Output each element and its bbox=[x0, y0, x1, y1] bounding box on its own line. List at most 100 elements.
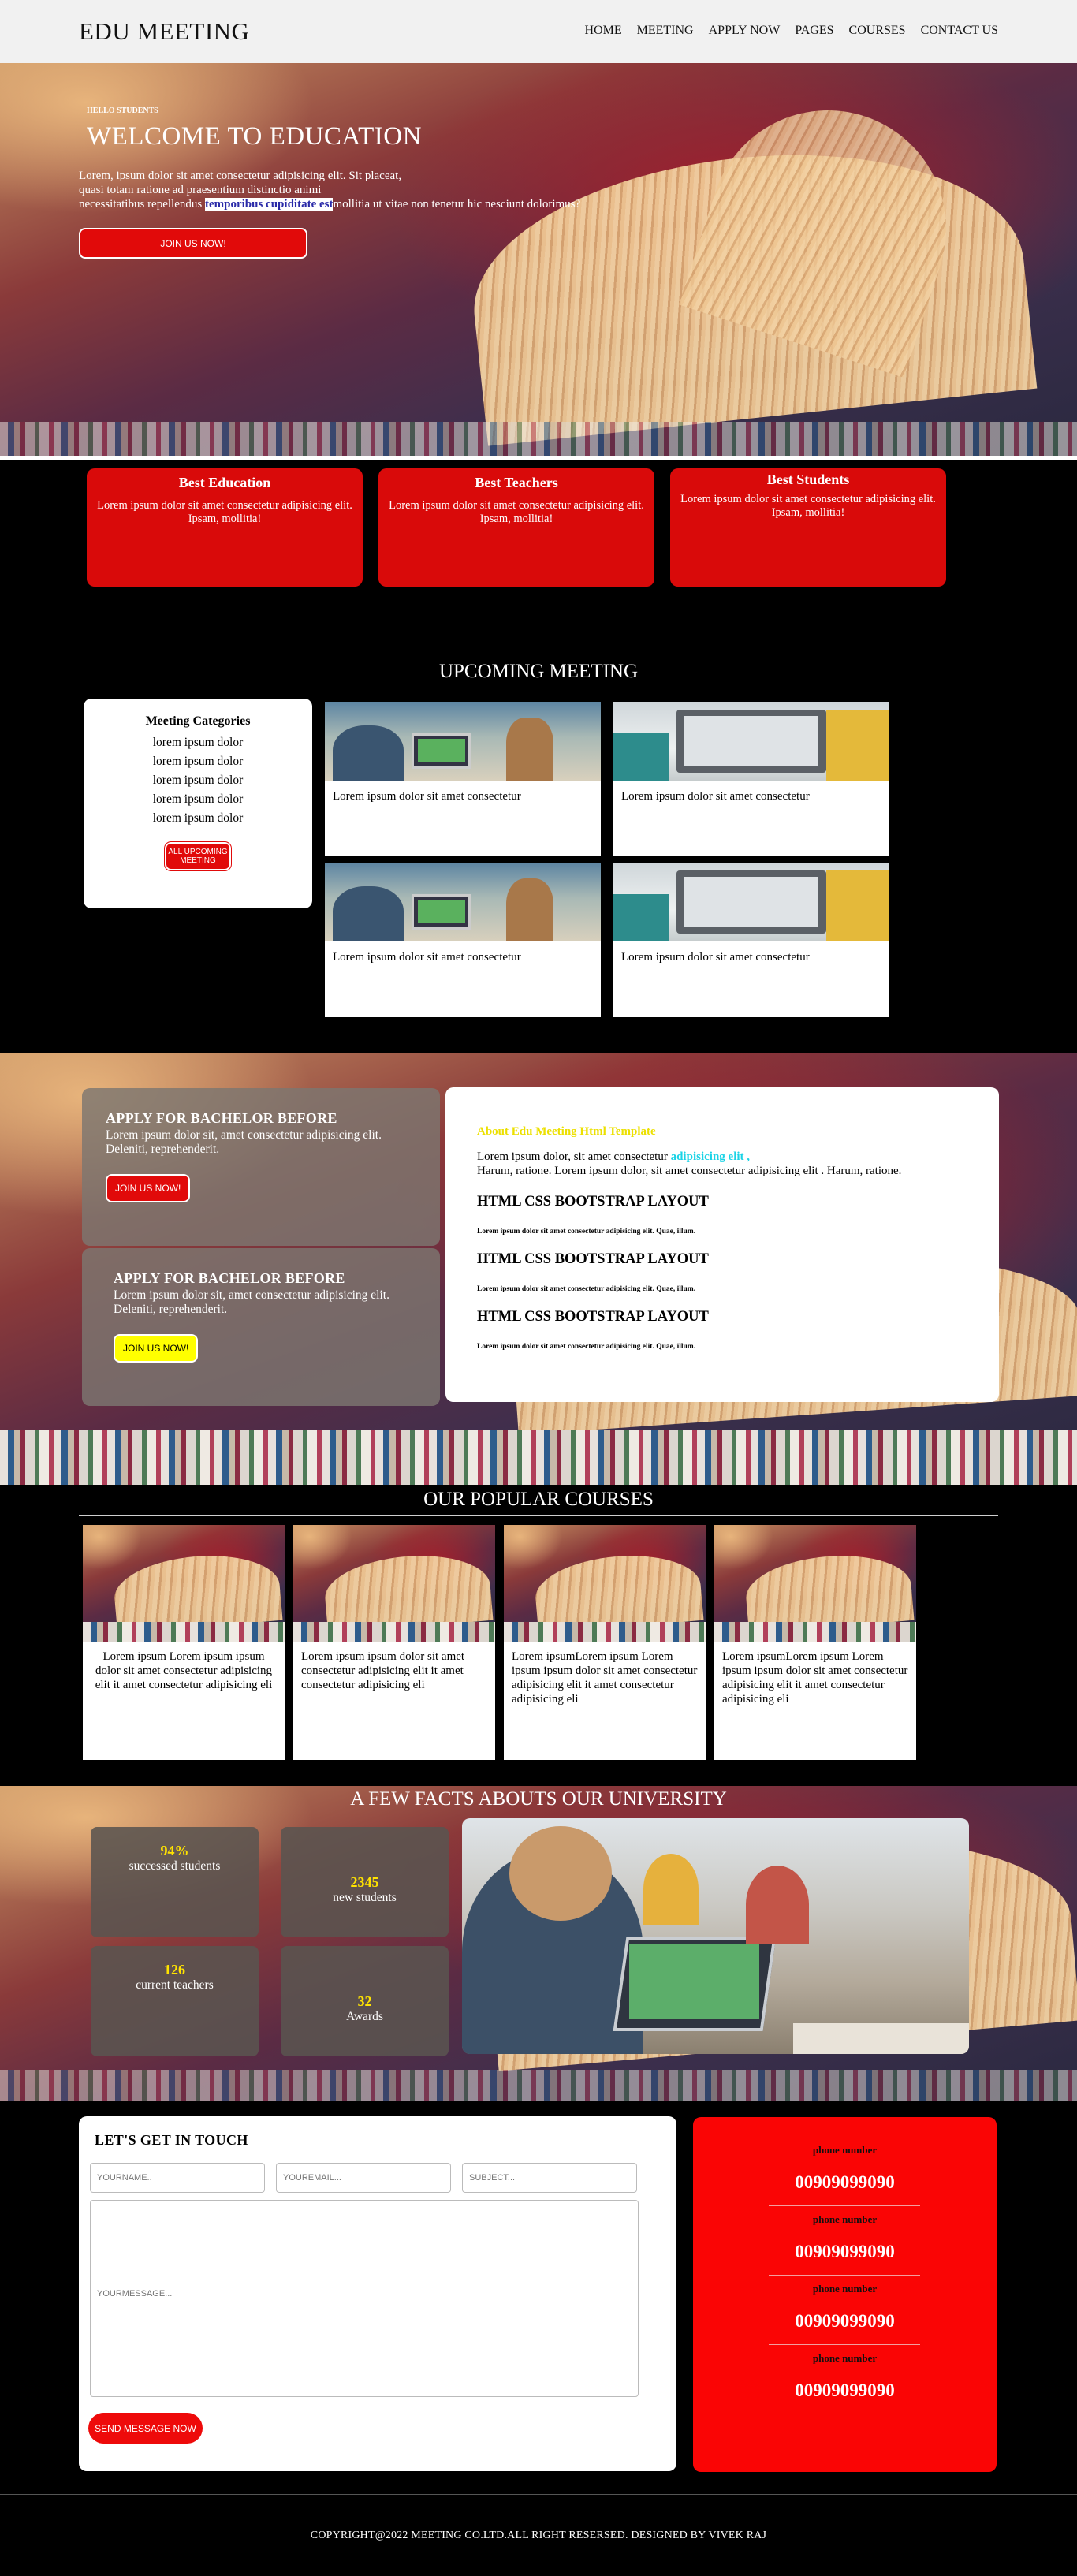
fact-number: 32 bbox=[357, 1993, 372, 2009]
main-nav: HOME MEETING APPLY NOW PAGES COURSES CON… bbox=[585, 24, 998, 38]
join-us-button[interactable]: JOIN US NOW! bbox=[79, 228, 307, 259]
meeting-card[interactable]: Lorem ipsum dolor sit amet consectetur bbox=[325, 702, 601, 856]
fact-number: 94% bbox=[160, 1843, 189, 1858]
fact-number: 126 bbox=[164, 1962, 185, 1978]
hero-text-line: quasi totam ratione ad praesentium disti… bbox=[79, 184, 322, 196]
apply-card-title: APPLY FOR BACHELOR BEFORE bbox=[106, 1110, 337, 1126]
name-input[interactable] bbox=[90, 2163, 265, 2193]
nav-pages[interactable]: PAGES bbox=[795, 24, 833, 38]
category-link[interactable]: lorem ipsum dolor bbox=[84, 809, 312, 828]
about-body-text: Harum, ratione. Lorem ipsum dolor, sit a… bbox=[477, 1165, 902, 1177]
feature-text: Lorem ipsum dolor sit amet consectetur a… bbox=[97, 499, 352, 525]
feature-text: Lorem ipsum dolor sit amet consectetur a… bbox=[680, 493, 936, 519]
hero-text: Lorem, ipsum dolor sit amet consectetur … bbox=[79, 169, 615, 211]
hero-text-highlight: temporibus cupiditate est bbox=[204, 198, 334, 211]
apply-card-secondary: APPLY FOR BACHELOR BEFORE Lorem ipsum do… bbox=[82, 1248, 440, 1406]
phone-label: phone number bbox=[812, 2144, 878, 2156]
about-label: About Edu Meeting Html Template bbox=[477, 1125, 656, 1138]
about-template-card: About Edu Meeting Html Template Lorem ip… bbox=[445, 1087, 999, 1402]
hero-text-line: mollitia ut vitae non tenetur hic nesciu… bbox=[333, 198, 581, 211]
phone-number[interactable]: 00909099090 bbox=[693, 2172, 997, 2193]
meeting-card-text: Lorem ipsum dolor sit amet consectetur bbox=[333, 951, 521, 964]
about-item-heading: HTML CSS BOOTSTRAP LAYOUT bbox=[477, 1251, 709, 1267]
category-link[interactable]: lorem ipsum dolor bbox=[84, 771, 312, 790]
fact-label: current teachers bbox=[136, 1978, 214, 1992]
fact-label: new students bbox=[333, 1891, 397, 1904]
classroom-photo bbox=[462, 1818, 969, 2054]
meeting-card-image bbox=[613, 863, 889, 941]
phone-label: phone number bbox=[812, 2283, 878, 2295]
meeting-card-text: Lorem ipsum dolor sit amet consectetur bbox=[621, 951, 810, 964]
phone-numbers-box: phone number 00909099090 phone number 00… bbox=[693, 2117, 997, 2472]
feature-text: Lorem ipsum dolor sit amet consectetur a… bbox=[389, 499, 644, 525]
about-item-text: Lorem ipsum dolor sit amet consectetur a… bbox=[477, 1228, 696, 1236]
page: EDU MEETING HOME MEETING APPLY NOW PAGES… bbox=[0, 0, 1077, 2576]
meeting-categories-title: Meeting Categories bbox=[145, 714, 251, 728]
nav-courses[interactable]: COURSES bbox=[849, 24, 906, 38]
meeting-card[interactable]: Lorem ipsum dolor sit amet consectetur bbox=[613, 702, 889, 856]
subject-input[interactable] bbox=[462, 2163, 637, 2193]
meeting-card-text: Lorem ipsum dolor sit amet consectetur bbox=[621, 790, 810, 803]
phone-number[interactable]: 00909099090 bbox=[693, 2242, 997, 2262]
join-us-button[interactable]: JOIN US NOW! bbox=[114, 1334, 199, 1363]
send-message-button[interactable]: SEND MESSAGE NOW bbox=[88, 2413, 203, 2444]
course-card[interactable]: Lorem ipsum ipsum dolor sit amet consect… bbox=[293, 1525, 495, 1760]
email-input[interactable] bbox=[276, 2163, 451, 2193]
join-us-button[interactable]: JOIN US NOW! bbox=[106, 1174, 191, 1202]
about-item-heading: HTML CSS BOOTSTRAP LAYOUT bbox=[477, 1194, 709, 1210]
nav-contact-us[interactable]: CONTACT US bbox=[921, 24, 998, 38]
hero-text-line: Lorem, ipsum dolor sit amet consectetur … bbox=[79, 170, 402, 182]
fact-card: 32 Awards bbox=[281, 1946, 449, 2056]
fact-number: 2345 bbox=[350, 1874, 379, 1890]
category-link[interactable]: lorem ipsum dolor bbox=[84, 790, 312, 809]
nav-apply-now[interactable]: APPLY NOW bbox=[709, 24, 781, 38]
meeting-card[interactable]: Lorem ipsum dolor sit amet consectetur bbox=[325, 863, 601, 1017]
category-link[interactable]: lorem ipsum dolor bbox=[84, 733, 312, 752]
course-card-image bbox=[504, 1525, 706, 1642]
nav-home[interactable]: HOME bbox=[585, 24, 622, 38]
meeting-card-text: Lorem ipsum dolor sit amet consectetur bbox=[333, 790, 521, 803]
fact-label: Awards bbox=[346, 2010, 383, 2023]
about-item-text: Lorem ipsum dolor sit amet consectetur a… bbox=[477, 1285, 696, 1293]
phone-divider bbox=[769, 2344, 920, 2345]
phone-number[interactable]: 00909099090 bbox=[693, 2380, 997, 2401]
phone-label: phone number bbox=[812, 2352, 878, 2364]
course-card[interactable]: Lorem ipsumLorem ipsum Lorem ipsum ipsum… bbox=[714, 1525, 916, 1760]
course-card-image bbox=[293, 1525, 495, 1642]
about-body-text: Lorem ipsum dolor, sit amet consectetur bbox=[477, 1150, 668, 1163]
phone-number[interactable]: 00909099090 bbox=[693, 2311, 997, 2332]
phone-label: phone number bbox=[812, 2213, 878, 2225]
about-body: Lorem ipsum dolor, sit amet consectetur … bbox=[477, 1150, 967, 1178]
course-card[interactable]: Lorem ipsum Lorem ipsum ipsum dolor sit … bbox=[83, 1525, 285, 1760]
feature-title: Best Education bbox=[178, 475, 271, 490]
meeting-card-image bbox=[325, 863, 601, 941]
contact-form-card: LET'S GET IN TOUCH SEND MESSAGE NOW bbox=[79, 2116, 676, 2471]
hero-title: WELCOME TO EDUCATION bbox=[87, 122, 422, 151]
apply-card-primary: APPLY FOR BACHELOR BEFORE Lorem ipsum do… bbox=[82, 1088, 440, 1246]
site-header: EDU MEETING HOME MEETING APPLY NOW PAGES… bbox=[0, 0, 1077, 63]
feature-card-teachers: Best Teachers Lorem ipsum dolor sit amet… bbox=[378, 468, 654, 587]
message-textarea[interactable] bbox=[90, 2200, 639, 2397]
site-logo[interactable]: EDU MEETING bbox=[79, 17, 249, 46]
feature-title: Best Students bbox=[766, 472, 850, 487]
fact-label: successed students bbox=[129, 1859, 221, 1873]
fact-card: 2345 new students bbox=[281, 1827, 449, 1937]
upcoming-meeting-title: UPCOMING MEETING bbox=[438, 661, 639, 682]
category-link[interactable]: lorem ipsum dolor bbox=[84, 752, 312, 771]
meeting-card[interactable]: Lorem ipsum dolor sit amet consectetur bbox=[613, 863, 889, 1017]
nav-meeting[interactable]: MEETING bbox=[637, 24, 694, 38]
apply-card-text: Lorem ipsum dolor sit, amet consectetur … bbox=[114, 1288, 389, 1316]
course-card-text: Lorem ipsum ipsum dolor sit amet consect… bbox=[301, 1650, 465, 1691]
section-divider bbox=[79, 1515, 998, 1516]
course-card-text: Lorem ipsumLorem ipsum Lorem ipsum ipsum… bbox=[512, 1650, 698, 1706]
all-upcoming-meeting-button[interactable]: ALL UPCOMING MEETING bbox=[165, 842, 231, 870]
contact-title: LET'S GET IN TOUCH bbox=[95, 2132, 248, 2148]
course-card-image bbox=[83, 1525, 285, 1642]
about-body-highlight: adipisicing elit , bbox=[670, 1150, 751, 1163]
course-card[interactable]: Lorem ipsumLorem ipsum Lorem ipsum ipsum… bbox=[504, 1525, 706, 1760]
meeting-card-image bbox=[613, 702, 889, 781]
feature-card-education: Best Education Lorem ipsum dolor sit ame… bbox=[87, 468, 363, 587]
meeting-card-image bbox=[325, 702, 601, 781]
meeting-categories-box: Meeting Categories lorem ipsum dolor lor… bbox=[84, 699, 312, 908]
apply-card-text: Lorem ipsum dolor sit, amet consectetur … bbox=[106, 1128, 382, 1156]
